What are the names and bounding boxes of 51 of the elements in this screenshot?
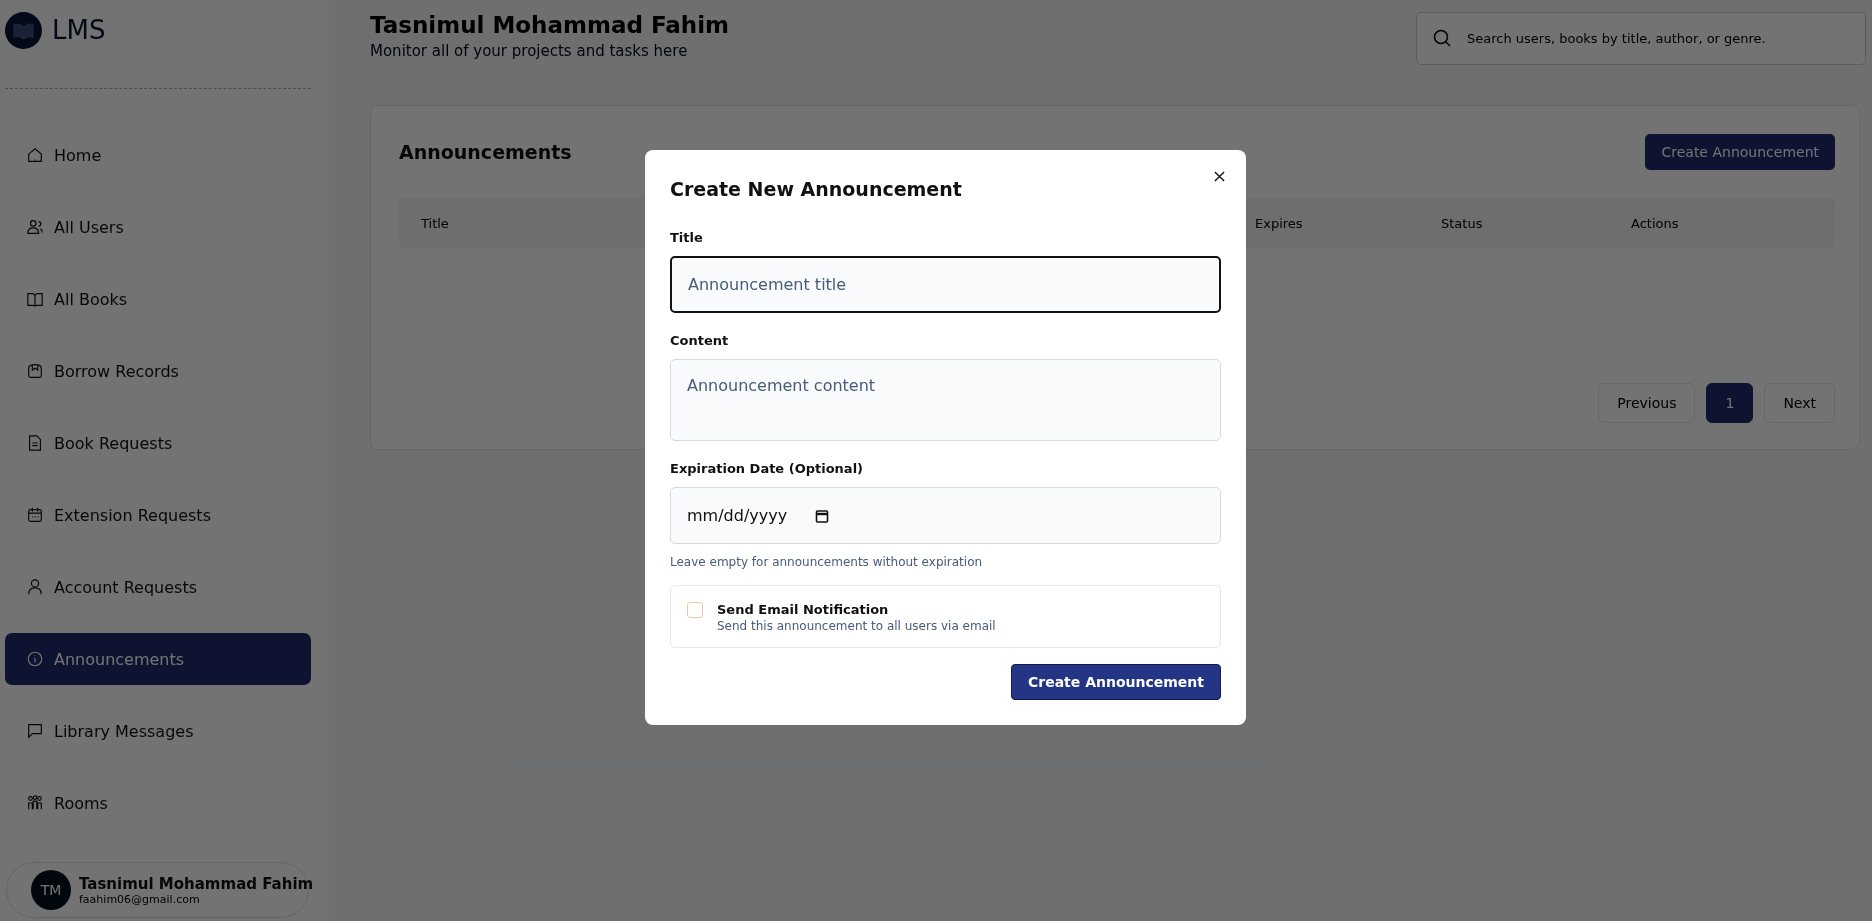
sidebar-item[interactable]: Library Messages bbox=[5, 705, 311, 757]
column-header: Title bbox=[420, 215, 450, 231]
sidebar-item[interactable]: Book Requests bbox=[5, 417, 311, 469]
pagination-button[interactable]: 1 bbox=[1706, 383, 1754, 423]
content-text-area[interactable]: Announcement content bbox=[670, 359, 1221, 441]
search-icon bbox=[1432, 28, 1452, 48]
book-logo-icon bbox=[5, 11, 42, 49]
user-email: faahim06@gmail.com bbox=[79, 892, 201, 906]
column-header: Expires bbox=[1254, 215, 1304, 231]
sidebar-item[interactable]: All Books bbox=[5, 273, 311, 325]
sidebar-item[interactable]: Announcements bbox=[5, 633, 311, 685]
title-input-field[interactable]: Announcement title bbox=[670, 256, 1221, 313]
date-field[interactable]: mm/dd/yyyy bbox=[670, 487, 1221, 544]
sidebar-item[interactable]: Account Requests bbox=[5, 561, 311, 613]
user-icon bbox=[26, 578, 44, 596]
info-icon bbox=[26, 650, 44, 668]
book-icon bbox=[26, 290, 44, 308]
page-subtitle: Monitor all of your projects and tasks here bbox=[370, 42, 689, 60]
checkbox[interactable] bbox=[687, 602, 703, 618]
field-hint: Leave empty for announcements without expiration bbox=[670, 555, 984, 569]
users-icon bbox=[26, 218, 44, 236]
sidebar-item[interactable]: Rooms bbox=[5, 777, 311, 829]
chat-icon bbox=[26, 722, 44, 740]
pagination-button[interactable]: Next bbox=[1764, 383, 1835, 423]
sidebar-item[interactable]: Home bbox=[5, 129, 311, 181]
document-icon bbox=[26, 434, 44, 452]
page-title: Tasnimul Mohammad Fahim bbox=[370, 12, 730, 38]
sidebar-item[interactable]: Borrow Records bbox=[5, 345, 311, 397]
home-icon bbox=[26, 146, 44, 164]
modal-title: Create New Announcement bbox=[670, 178, 963, 200]
field-label: Expiration Date (Optional) bbox=[670, 461, 865, 476]
sidebar-item[interactable]: All Users bbox=[5, 201, 311, 253]
column-header: Status bbox=[1440, 215, 1484, 231]
pagination-button[interactable]: Previous bbox=[1598, 383, 1696, 423]
field-label: Content bbox=[670, 333, 730, 348]
card-title: Announcements bbox=[399, 141, 572, 163]
search-field[interactable]: Search users, books by title, author, or genre. bbox=[1416, 12, 1866, 65]
calendar-icon bbox=[26, 506, 44, 524]
column-header: Actions bbox=[1630, 215, 1680, 231]
logo-text: LMS bbox=[52, 15, 106, 45]
checkbox-label: Send Email Notification bbox=[717, 602, 890, 617]
submit-button[interactable]: Create Announcement bbox=[1010, 664, 1221, 700]
group-icon bbox=[26, 794, 44, 812]
create-announcement-button[interactable]: Create Announcement bbox=[1645, 134, 1835, 170]
close-icon bbox=[1214, 171, 1225, 182]
checkbox-description: Send this announcement to all users via email bbox=[717, 619, 996, 633]
field-label: Title bbox=[670, 230, 704, 245]
sidebar-item[interactable]: Extension Requests bbox=[5, 489, 311, 541]
avatar: TM bbox=[31, 870, 71, 910]
calendar-icon bbox=[815, 508, 830, 523]
bag-icon bbox=[26, 362, 44, 380]
